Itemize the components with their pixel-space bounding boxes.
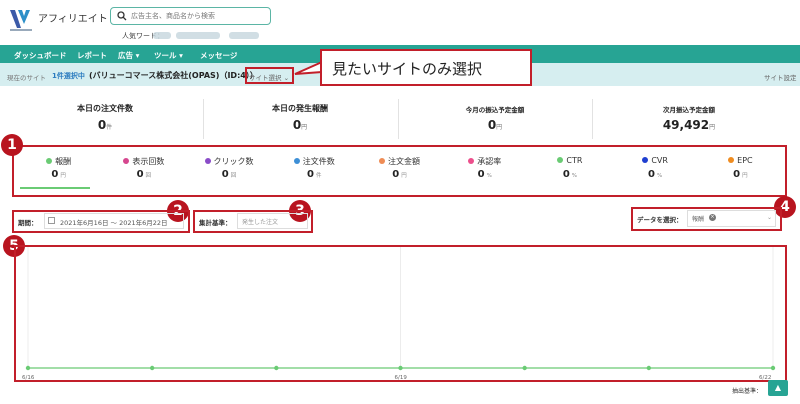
legend-dot-icon (46, 158, 53, 164)
data-point (149, 365, 155, 371)
legend-dot-icon (728, 157, 735, 163)
nav-ads[interactable]: 広告 ▾ (118, 50, 139, 61)
divider (398, 99, 399, 139)
legend-dot-icon (468, 158, 475, 164)
legend-dot-icon (293, 158, 300, 164)
metric-tab-value[interactable]: 0円 (16, 169, 101, 180)
nav-messages[interactable]: メッセージ (200, 50, 237, 61)
metric-tab-label[interactable]: 承認率 (442, 156, 527, 167)
data-point (274, 365, 279, 371)
legend-dot-icon (557, 157, 564, 163)
summary-label-orders-today: 本日の注文件数 (77, 104, 133, 113)
brand-logo[interactable] (8, 6, 34, 32)
nav-dashboard[interactable]: ダッシュボード (14, 50, 67, 61)
metric-name: 表示回数 (132, 157, 165, 166)
data-point (646, 365, 652, 371)
metric-tab-label[interactable]: 表示回数 (101, 156, 186, 167)
data-point (770, 365, 776, 371)
period-range-value[interactable]: 2021年6月16日 〜 2021年6月22日 (60, 217, 168, 227)
search-placeholder: 広告主名、商品名から検索 (131, 12, 215, 20)
metric-tab-label[interactable]: 報酬 (16, 156, 101, 167)
metric-tab-value[interactable]: 0回 (186, 169, 271, 180)
data-point (398, 365, 403, 371)
active-tab-indicator (20, 187, 90, 189)
site-select-button[interactable]: サイト選択 ⌄ (249, 72, 289, 82)
extract-basis-label: 抽出基準： (732, 388, 763, 395)
x-tick-label: 6/16 (22, 375, 35, 381)
callout-text: 見たいサイトのみ選択 (332, 60, 483, 78)
metric-name: CVR (651, 156, 668, 165)
selected-count: 1件選択中 (52, 72, 85, 80)
metric-name: 注文金額 (387, 157, 420, 166)
metric-tab-value[interactable]: 0% (442, 169, 527, 180)
metric-tab-label[interactable]: 注文金額 (357, 156, 442, 167)
data-point (522, 365, 527, 371)
data-select-label: データを選択： (637, 216, 683, 224)
brand-name: アフィリエイト (38, 14, 108, 25)
summary-label-reward-today: 本日の発生報酬 (272, 104, 328, 113)
scroll-top-button[interactable]: ▲ (768, 380, 788, 396)
nav-report[interactable]: レポート (77, 50, 107, 61)
metric-tab-value[interactable]: 0% (527, 169, 612, 180)
metric-name: EPC (737, 156, 753, 165)
x-tick-label: 6/19 (394, 375, 407, 381)
legend-dot-icon (642, 157, 649, 163)
metric-name: 報酬 (55, 157, 72, 166)
chip-remove-icon[interactable]: × (709, 214, 716, 221)
metric-tab-value[interactable]: 0円 (698, 169, 783, 180)
metric-tab-label[interactable]: 注文件数 (272, 156, 357, 167)
summary-value-reward-today: 0円 (292, 118, 308, 132)
step-badge-1: 1 (1, 134, 23, 156)
metric-name: クリック数 (213, 157, 254, 166)
popular-word-link[interactable] (229, 32, 259, 39)
metric-tab-value[interactable]: 0% (613, 169, 698, 180)
popular-word-link[interactable] (176, 32, 220, 39)
summary-value-this-month-payout: 0円 (487, 118, 503, 132)
metric-tab-label[interactable]: クリック数 (186, 156, 271, 167)
current-site-name: (バリューコマース株式会社(OPAS)（ID:4）） (89, 71, 258, 80)
summary-label-this-month-payout: 今月の振込予定金額 (465, 106, 525, 114)
metric-tab-value[interactable]: 0回 (101, 169, 186, 180)
metric-tab-label[interactable]: EPC (698, 156, 783, 165)
metric-name: CTR (566, 156, 583, 165)
legend-dot-icon (123, 158, 130, 164)
nav-tools[interactable]: ツール ▾ (154, 50, 183, 61)
summary-value-orders-today: 0件 (97, 118, 113, 132)
summary-value-next-month-payout: 49,492円 (662, 118, 716, 132)
period-label: 期間： (18, 219, 38, 227)
popular-word-link[interactable] (153, 32, 171, 39)
callout-pointer (294, 61, 323, 75)
metric-name: 注文件数 (302, 157, 335, 166)
legend-dot-icon (378, 158, 385, 164)
search-icon (117, 11, 127, 21)
current-site-label: 現在のサイト (7, 74, 46, 82)
metric-tab-label[interactable]: CTR (527, 156, 612, 165)
basis-label: 集計基準： (199, 219, 232, 227)
data-chip-label: 報酬 (692, 216, 705, 223)
divider (592, 99, 593, 139)
metric-name: 承認率 (477, 157, 502, 166)
metric-tab-label[interactable]: CVR (613, 156, 698, 165)
chevron-down-icon[interactable]: ⌄ (767, 214, 772, 221)
calendar-icon (48, 217, 55, 224)
data-point (25, 365, 31, 371)
basis-select-placeholder[interactable]: 発生した注文 (242, 217, 278, 226)
summary-label-next-month-payout: 次月振込予定金額 (663, 106, 715, 114)
site-settings-link[interactable]: サイト設定 (764, 72, 797, 82)
divider (203, 99, 204, 139)
metric-tab-value[interactable]: 0円 (357, 169, 442, 180)
legend-dot-icon (204, 158, 211, 164)
metric-tab-value[interactable]: 0件 (272, 169, 357, 180)
line-chart (25, 247, 776, 371)
